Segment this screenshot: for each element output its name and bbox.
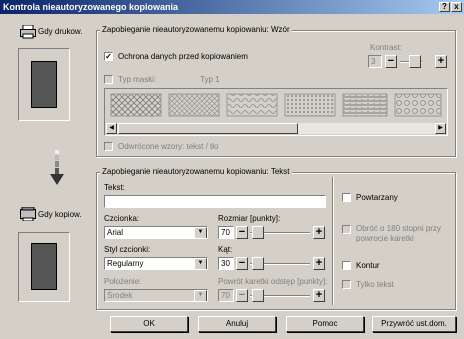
close-title-button[interactable]: x [451, 2, 462, 12]
text-label: Tekst: [104, 183, 125, 192]
text-only-label: Tylko tekst [356, 280, 394, 289]
spacing-label: Powrót karetki odstęp [punkty]: [218, 277, 328, 286]
window-title: Kontrola nieautoryzowanego kopiowania [3, 2, 179, 12]
style-value: Regularny [107, 259, 144, 268]
contrast-field[interactable]: 3 [368, 55, 382, 68]
protect-data-label: Ochrona danych przed kopiowaniem [118, 52, 248, 61]
font-label: Czcionka: [104, 214, 140, 223]
font-select[interactable]: Arial ▼ [104, 226, 208, 239]
angle-field[interactable]: 30 [218, 257, 234, 270]
help-button[interactable]: Pomoc [286, 316, 364, 332]
angle-decrease-button[interactable]: − [236, 257, 248, 270]
spacing-slider-thumb[interactable] [252, 289, 264, 302]
rotate-checkbox[interactable] [342, 225, 351, 234]
style-label: Styl czcionki: [104, 245, 151, 254]
spacing-increase-button[interactable]: + [313, 289, 325, 302]
when-printing-label: Gdy drukow. [38, 27, 83, 36]
size-slider-thumb[interactable] [252, 226, 264, 239]
angle-label: Kąt: [218, 245, 233, 254]
printer-icon [20, 24, 36, 39]
protect-data-checkbox[interactable]: ✓ [104, 52, 113, 61]
outline-checkbox[interactable] [342, 261, 351, 270]
contrast-increase-button[interactable]: + [435, 55, 447, 68]
ok-button[interactable]: OK [110, 316, 188, 332]
repeat-checkbox[interactable] [342, 193, 351, 202]
down-arrow-icon [49, 150, 65, 186]
spacing-field[interactable]: 70 [218, 289, 234, 302]
inverted-patterns-checkbox[interactable] [104, 142, 113, 151]
pattern-previews [110, 93, 442, 117]
size-increase-button[interactable]: + [313, 226, 325, 239]
cancel-button[interactable]: Anuluj [198, 316, 276, 332]
contrast-label: Kontrast: [370, 43, 403, 52]
angle-slider-thumb[interactable] [252, 257, 264, 270]
size-label: Rozmiar [punkty]: [218, 214, 281, 223]
scroll-right-arrow-icon[interactable]: ▶ [435, 123, 446, 134]
copier-icon [20, 206, 36, 222]
mask-type-value: Typ 1 [200, 75, 220, 84]
style-select[interactable]: Regularny ▼ [104, 257, 208, 270]
contrast-slider-thumb[interactable] [409, 55, 421, 68]
repeat-label: Powtarzany [356, 193, 398, 202]
text-group-divider [332, 177, 334, 305]
pattern-1 [110, 93, 162, 117]
copy-preview-page [31, 243, 57, 290]
inverted-patterns-label: Odwrócone wzory: tekst / tło [118, 142, 219, 151]
rotate-label: Obróć o 180 stopni przy powrocie karetki [356, 224, 441, 243]
pattern-group-legend: Zapobieganie nieautoryzowanemu kopiowani… [100, 25, 292, 35]
font-value: Arial [107, 228, 124, 237]
contrast-decrease-button[interactable]: − [385, 55, 397, 68]
mask-type-label: Typ maski: [118, 75, 157, 84]
title-bar: Kontrola nieautoryzowanego kopiowania ? … [0, 0, 464, 14]
angle-increase-button[interactable]: + [313, 257, 325, 270]
chevron-down-icon[interactable]: ▼ [194, 290, 207, 301]
pattern-6 [394, 93, 442, 117]
help-title-button[interactable]: ? [439, 2, 450, 12]
chevron-down-icon[interactable]: ▼ [194, 227, 207, 238]
text-group-legend: Zapobieganie nieautoryzowanemu kopiowani… [100, 167, 292, 177]
chevron-down-icon[interactable]: ▼ [194, 258, 207, 269]
pattern-5 [342, 93, 388, 117]
scroll-left-arrow-icon[interactable]: ◀ [106, 123, 117, 134]
scroll-thumb[interactable] [118, 123, 298, 134]
text-only-checkbox[interactable] [342, 280, 351, 289]
print-preview-page [31, 61, 57, 108]
when-copying-label: Gdy kopiow. [38, 210, 82, 219]
size-decrease-button[interactable]: − [236, 226, 248, 239]
outline-label: Kontur [356, 261, 380, 270]
size-field[interactable]: 70 [218, 226, 234, 239]
text-input[interactable] [104, 195, 326, 208]
print-preview [18, 48, 70, 121]
position-value: Środek [107, 291, 133, 300]
mask-type-checkbox[interactable] [104, 75, 113, 84]
pattern-list[interactable]: ◀ ▶ [104, 88, 448, 136]
position-label: Położenie: [104, 277, 142, 286]
pattern-2 [168, 93, 220, 117]
restore-defaults-button[interactable]: Przywróć ust.dom. [372, 316, 456, 332]
pattern-3 [226, 93, 278, 117]
position-select[interactable]: Środek ▼ [104, 289, 208, 302]
pattern-scrollbar[interactable]: ◀ ▶ [106, 123, 446, 134]
copy-preview [18, 232, 70, 302]
spacing-decrease-button[interactable]: − [236, 289, 248, 302]
pattern-4 [284, 93, 336, 117]
